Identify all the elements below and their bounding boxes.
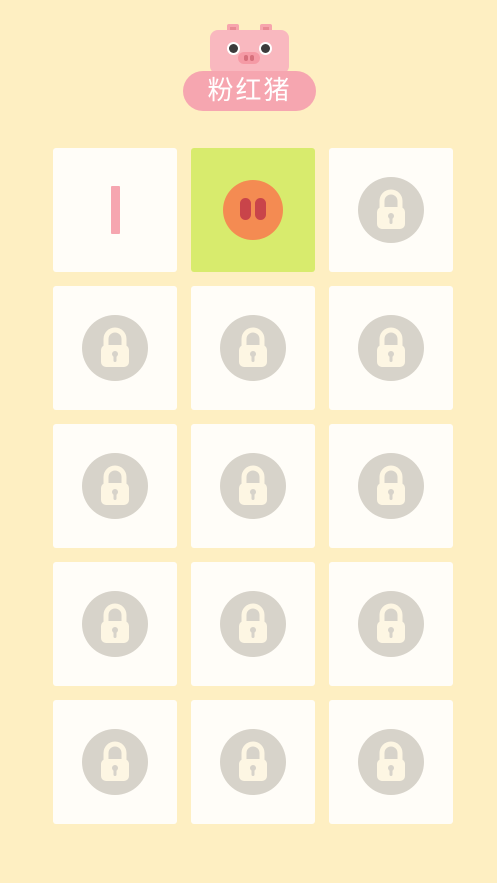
lock-icon: [220, 591, 286, 657]
level-number-one: [110, 186, 120, 234]
level-tile-locked[interactable]: [53, 424, 177, 548]
lock-icon: [82, 315, 148, 381]
level-tile-completed[interactable]: I: [53, 148, 177, 272]
lock-icon: [358, 729, 424, 795]
header: 粉红猪: [0, 0, 497, 120]
lock-icon: [82, 591, 148, 657]
level-tile-locked[interactable]: [53, 700, 177, 824]
level-tile-locked[interactable]: [53, 286, 177, 410]
lock-icon: [358, 315, 424, 381]
level-tile-current[interactable]: [191, 148, 315, 272]
level-tile-locked[interactable]: [53, 562, 177, 686]
level-tile-locked[interactable]: [329, 286, 453, 410]
level-tile-locked[interactable]: [191, 700, 315, 824]
pig-snout-icon: [223, 180, 283, 240]
level-tile-locked[interactable]: [191, 424, 315, 548]
game-title: 粉红猪: [183, 71, 316, 111]
level-tile-locked[interactable]: [191, 562, 315, 686]
lock-icon: [358, 453, 424, 519]
pig-face-icon: [210, 24, 289, 74]
level-tile-locked[interactable]: [329, 424, 453, 548]
lock-icon: [82, 453, 148, 519]
level-tile-locked[interactable]: [329, 700, 453, 824]
lock-icon: [220, 729, 286, 795]
lock-icon: [358, 177, 424, 243]
level-tile-locked[interactable]: [191, 286, 315, 410]
lock-icon: [358, 591, 424, 657]
lock-icon: [220, 453, 286, 519]
lock-icon: [220, 315, 286, 381]
level-tile-locked[interactable]: [329, 562, 453, 686]
lock-icon: [82, 729, 148, 795]
level-grid: I: [53, 148, 453, 824]
level-tile-locked[interactable]: [329, 148, 453, 272]
